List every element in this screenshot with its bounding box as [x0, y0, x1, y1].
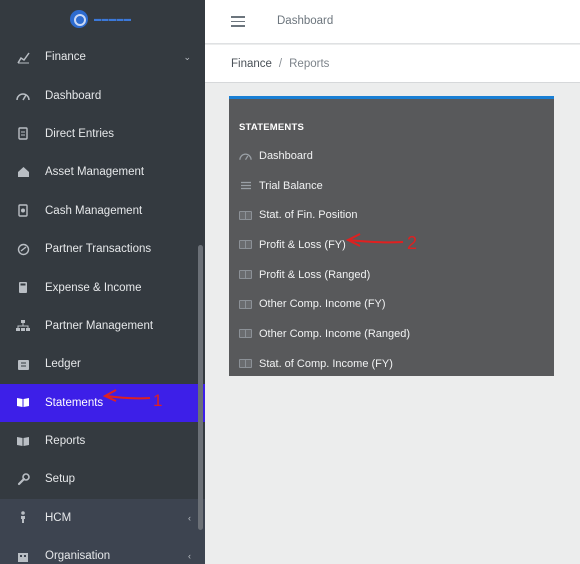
card-title: STATEMENTS [239, 122, 304, 133]
breadcrumb: Finance / Reports [205, 45, 580, 83]
sidebar-item-label: Reports [45, 435, 86, 448]
breadcrumb-finance[interactable]: Finance [231, 58, 272, 70]
transactions-icon [16, 242, 30, 256]
sidebar-item-reports[interactable]: Reports [0, 422, 205, 460]
book-icon [239, 210, 252, 220]
sidebar-item-asset-management[interactable]: Asset Management [0, 153, 205, 191]
sidebar-item-label: Partner Transactions [45, 243, 152, 256]
statement-item-comp-income-fy[interactable]: Stat. of Comp. Income (FY) [229, 349, 554, 379]
gauge-icon [16, 89, 30, 103]
sidebar-item-hcm[interactable]: HCM ‹ [0, 498, 205, 538]
book-icon [239, 240, 252, 250]
list-icon [239, 181, 252, 191]
statement-item-label: Stat. of Comp. Income (FY) [259, 357, 393, 370]
hamburger-menu-icon[interactable] [231, 16, 245, 27]
statement-item-label: Other Comp. Income (Ranged) [259, 327, 411, 340]
sidebar-item-dashboard[interactable]: Dashboard [0, 76, 205, 114]
building-icon [16, 549, 30, 563]
sidebar-item-label: Expense & Income [45, 281, 142, 294]
breadcrumb-current: Reports [289, 57, 330, 70]
sidebar-item-expense-income[interactable]: Expense & Income [0, 268, 205, 306]
statement-item-dashboard[interactable]: Dashboard [229, 141, 554, 171]
sidebar-item-label: Organisation [45, 550, 111, 563]
home-icon [16, 165, 30, 179]
annotation-label-1: 1 [153, 391, 162, 408]
calculator-icon [16, 281, 30, 295]
statement-item-trial-balance[interactable]: Trial Balance [229, 171, 554, 201]
sidebar-item-setup[interactable]: Setup [0, 460, 205, 498]
statement-item-label: Profit & Loss (Ranged) [259, 268, 371, 281]
sidebar-item-label: HCM [45, 511, 72, 524]
sidebar: ▬▬▬▬▬ Finance ⌄ Dashboard Direct Entries… [0, 0, 205, 564]
sidebar-item-label: Partner Management [45, 319, 154, 332]
ledger-icon [16, 357, 30, 371]
logo-wordmark: ▬▬▬▬▬ [94, 15, 132, 23]
top-navbar: Dashboard [205, 0, 580, 44]
statement-item-label: Dashboard [259, 149, 313, 162]
book-icon [239, 270, 252, 280]
gauge-icon [239, 151, 252, 161]
statement-item-profit-loss-ranged[interactable]: Profit & Loss (Ranged) [229, 260, 554, 290]
chevron-left-icon: ‹ [188, 551, 191, 562]
book-icon [239, 359, 252, 369]
statement-item-oci-fy[interactable]: Other Comp. Income (FY) [229, 289, 554, 319]
sidebar-item-label: Direct Entries [45, 127, 115, 140]
app-logo[interactable]: ▬▬▬▬▬ [70, 10, 132, 28]
chart-icon [16, 50, 30, 64]
logo-area: ▬▬▬▬▬ [0, 0, 205, 38]
statement-item-label: Profit & Loss (FY) [259, 238, 346, 251]
sidebar-item-cash-management[interactable]: Cash Management [0, 192, 205, 230]
sidebar-item-label: Cash Management [45, 204, 143, 217]
person-icon [16, 511, 30, 525]
header-dashboard-link[interactable]: Dashboard [277, 15, 333, 27]
sidebar-item-finance[interactable]: Finance ⌄ [0, 38, 205, 76]
sidebar-item-label: Ledger [45, 358, 81, 371]
annotation-arrow-1: 1 [102, 386, 166, 413]
sidebar-item-label: Asset Management [45, 166, 145, 179]
chevron-left-icon: ‹ [188, 512, 191, 523]
cash-icon [16, 204, 30, 218]
statement-item-oci-ranged[interactable]: Other Comp. Income (Ranged) [229, 319, 554, 349]
book-icon [16, 396, 30, 410]
book-icon [239, 299, 252, 309]
logo-mark [70, 10, 88, 28]
sidebar-item-label: Statements [45, 396, 104, 409]
sidebar-item-organisation[interactable]: Organisation ‹ [0, 537, 205, 564]
wrench-icon [16, 472, 30, 486]
book-icon [239, 329, 252, 339]
sitemap-icon [16, 319, 30, 333]
statement-item-label: Trial Balance [259, 179, 323, 192]
sidebar-item-label: Finance [45, 51, 86, 64]
book-open-icon [16, 434, 30, 448]
sidebar-item-label: Setup [45, 473, 76, 486]
sidebar-item-partner-transactions[interactable]: Partner Transactions [0, 230, 205, 268]
entries-icon [16, 127, 30, 141]
annotation-label-2: 2 [407, 233, 417, 253]
breadcrumb-separator: / [278, 57, 283, 70]
statement-item-label: Other Comp. Income (FY) [259, 298, 386, 311]
sidebar-item-ledger[interactable]: Ledger [0, 345, 205, 383]
sidebar-scrollbar[interactable] [198, 245, 203, 530]
sidebar-item-label: Dashboard [45, 89, 102, 102]
sidebar-item-direct-entries[interactable]: Direct Entries [0, 115, 205, 153]
chevron-down-icon: ⌄ [183, 51, 191, 62]
annotation-arrow-2: 2 [345, 229, 427, 258]
statements-list: Dashboard Trial Balance Stat. of Fin. Po… [229, 141, 554, 379]
statement-item-fin-position[interactable]: Stat. of Fin. Position [229, 200, 554, 230]
statement-item-label: Stat. of Fin. Position [259, 209, 358, 222]
sidebar-item-partner-management[interactable]: Partner Management [0, 307, 205, 345]
